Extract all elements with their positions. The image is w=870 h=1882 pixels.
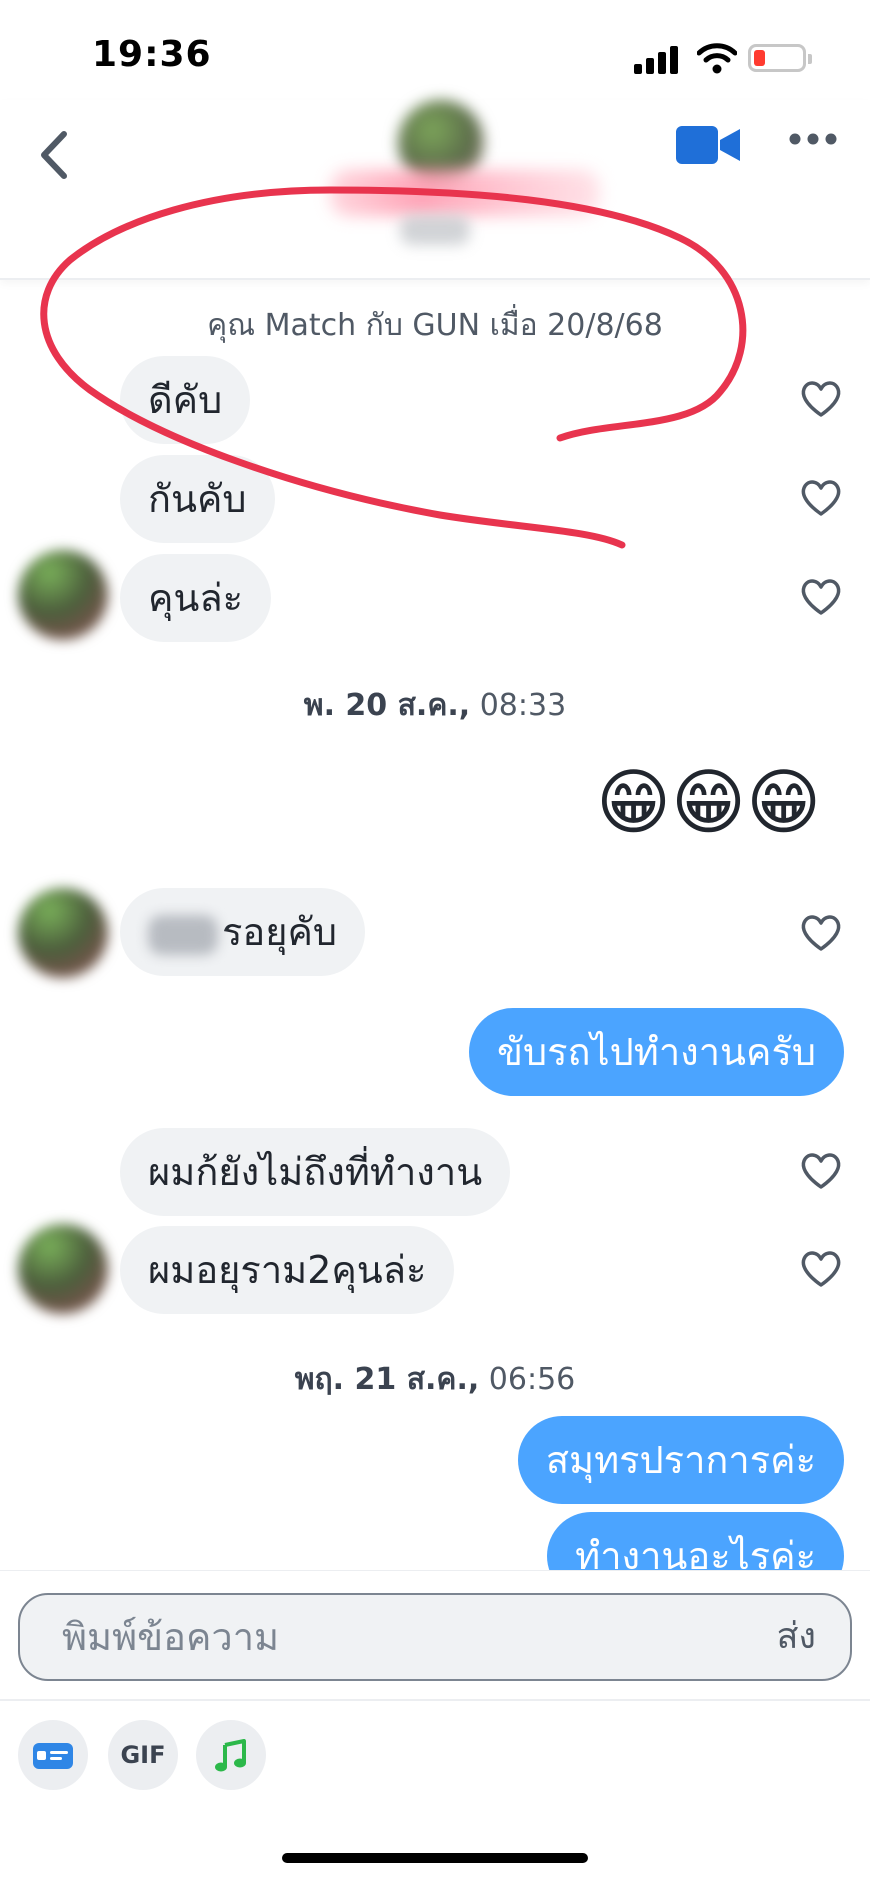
status-bar: 19:36 [0, 0, 870, 100]
send-button[interactable]: ส่ง [776, 1595, 816, 1679]
more-horizontal-icon[interactable] [788, 132, 838, 146]
music-button[interactable] [196, 1720, 266, 1790]
heart-icon[interactable] [800, 1152, 842, 1190]
divider [0, 1699, 870, 1701]
status-time: 19:36 [92, 34, 212, 75]
message-incoming[interactable]: ผมก้ยังไม่ถึงที่ทำงาน [120, 1128, 511, 1216]
id-card-icon [33, 1743, 73, 1769]
gif-button[interactable]: GIF [108, 1720, 178, 1790]
signal-icon [634, 44, 678, 74]
id-card-button[interactable] [18, 1720, 88, 1790]
heart-icon[interactable] [800, 914, 842, 952]
sender-avatar[interactable] [18, 1224, 108, 1314]
heart-icon[interactable] [800, 578, 842, 616]
message-incoming[interactable]: ผมอยุราม2คุนล่ะ [120, 1226, 455, 1314]
message-input-placeholder: พิมพ์ข้อความ [62, 1615, 280, 1659]
message-incoming[interactable]: รอยุคับ [120, 888, 366, 976]
heart-icon[interactable] [800, 479, 842, 517]
sender-avatar[interactable] [18, 550, 108, 640]
chevron-left-icon[interactable] [34, 130, 74, 180]
sender-avatar[interactable] [18, 888, 108, 978]
message-incoming[interactable]: กันคับ [120, 455, 275, 543]
heart-icon[interactable] [800, 380, 842, 418]
composer: พิมพ์ข้อความ ส่ง GIF [0, 1570, 870, 1882]
match-notice: คุณ Match กับ GUN เมื่อ 20/8/68 [207, 308, 663, 343]
wifi-icon [697, 43, 737, 74]
battery-icon [748, 44, 812, 72]
message-outgoing[interactable]: สมุทรปราการค่ะ [517, 1416, 844, 1504]
date-separator: พ. 20 ส.ค., 08:33 [303, 688, 567, 723]
message-input[interactable]: พิมพ์ข้อความ ส่ง [18, 1593, 852, 1681]
contact-name-redacted[interactable] [330, 170, 600, 216]
video-camera-icon[interactable] [676, 124, 740, 166]
home-indicator [282, 1853, 588, 1863]
date-separator: พฤ. 21 ส.ค., 06:56 [294, 1362, 576, 1397]
message-incoming[interactable]: ดีคับ [120, 356, 251, 444]
message-incoming[interactable]: คุนล่ะ [120, 554, 272, 642]
contact-status-redacted [400, 215, 470, 245]
message-outgoing[interactable]: ขับรถไปทำงานครับ [469, 1008, 844, 1096]
music-note-icon [215, 1739, 246, 1772]
redacted-text [148, 914, 218, 955]
heart-icon[interactable] [800, 1250, 842, 1288]
message-outgoing-emoji[interactable]: 😁😁😁 [596, 757, 821, 847]
